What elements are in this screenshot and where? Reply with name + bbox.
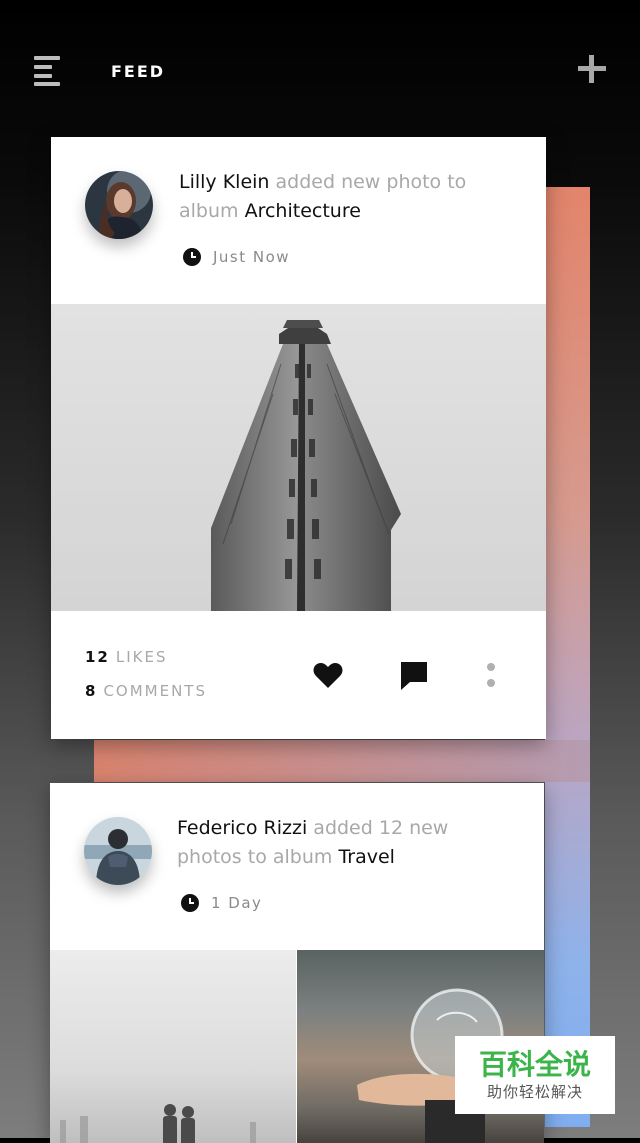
album-photo[interactable] (50, 950, 296, 1143)
page-title: FEED (111, 62, 166, 81)
top-bar: FEED (0, 0, 640, 140)
post-stats: 12 LIKES 8 COMMENTS (85, 647, 207, 715)
album-name[interactable]: Architecture (245, 200, 361, 222)
album-name[interactable]: Travel (338, 846, 394, 868)
menu-icon[interactable] (34, 56, 62, 86)
more-icon[interactable] (485, 662, 497, 690)
clock-icon (181, 894, 199, 912)
clock-icon (183, 248, 201, 266)
author-name[interactable]: Lilly Klein (179, 171, 269, 193)
heart-icon[interactable] (313, 661, 343, 689)
comment-icon[interactable] (401, 662, 427, 690)
avatar[interactable] (85, 171, 153, 239)
watermark-sub-text: 助你轻松解决 (486, 1083, 583, 1101)
post-photo[interactable] (51, 304, 546, 611)
timestamp: Just Now (183, 248, 290, 266)
watermark-main-text: 百科全说 (478, 1048, 591, 1081)
post-description: Lilly Klein added new photo to album Arc… (179, 168, 519, 226)
likes-count[interactable]: 12 LIKES (85, 647, 207, 681)
time-text: 1 Day (211, 894, 263, 912)
plus-icon[interactable] (578, 55, 606, 83)
time-text: Just Now (213, 248, 291, 266)
comments-count[interactable]: 8 COMMENTS (85, 681, 207, 715)
author-name[interactable]: Federico Rizzi (177, 817, 307, 839)
watermark-logo: 百科全说 助你轻松解决 (455, 1036, 615, 1114)
timestamp: 1 Day (181, 894, 262, 912)
post-card[interactable]: Lilly Klein added new photo to album Arc… (51, 137, 546, 739)
background-gradient-strip (545, 187, 590, 1127)
post-description: Federico Rizzi added 12 new photos to al… (177, 814, 517, 872)
background-gradient-band (94, 740, 590, 782)
avatar[interactable] (84, 817, 152, 885)
